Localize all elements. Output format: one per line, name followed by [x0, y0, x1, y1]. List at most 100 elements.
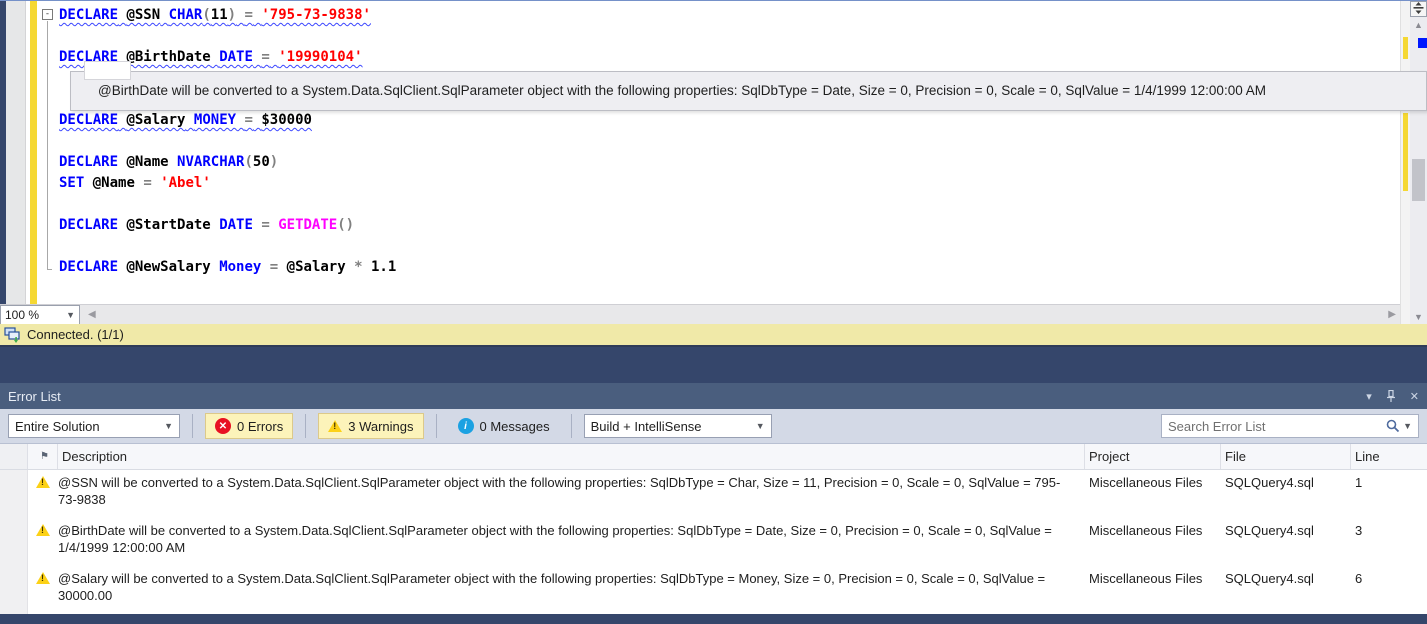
- severity-flag-icon: ⚑: [40, 451, 49, 462]
- caret-position-marker: [1418, 38, 1427, 48]
- error-file: SQLQuery4.sql: [1225, 571, 1314, 586]
- fold-guide-line: [47, 21, 48, 269]
- file-column-header[interactable]: File: [1221, 444, 1351, 469]
- scroll-right-arrow-icon[interactable]: ▶: [1388, 309, 1396, 320]
- code-line-11[interactable]: DECLARE @StartDate DATE = GETDATE(): [59, 215, 1400, 236]
- error-list-search-box[interactable]: ▼: [1161, 414, 1419, 438]
- error-file: SQLQuery4.sql: [1225, 523, 1314, 538]
- error-list-row-2[interactable]: @BirthDate will be converted to a System…: [0, 518, 1427, 566]
- code-line-2[interactable]: [59, 26, 1400, 47]
- window-position-chevron-icon[interactable]: ▾: [1366, 390, 1372, 403]
- code-line-1[interactable]: DECLARE @SSN CHAR(11) = '795-73-9838': [59, 5, 1400, 26]
- warning-triangle-icon: [36, 476, 50, 488]
- code-text-area[interactable]: DECLARE @SSN CHAR(11) = '795-73-9838' DEC…: [59, 1, 1400, 305]
- scroll-up-arrow-icon[interactable]: ▲: [1410, 19, 1427, 31]
- build-intellisense-dropdown[interactable]: Build + IntelliSense ▼: [583, 414, 772, 438]
- warning-triangle-icon: [36, 524, 50, 536]
- warnings-filter-button[interactable]: 3 Warnings: [318, 413, 424, 439]
- intellisense-warning-tooltip: @BirthDate will be converted to a System…: [70, 71, 1427, 111]
- close-icon[interactable]: ✕: [1410, 390, 1419, 403]
- toolbar-separator: [570, 414, 572, 438]
- panel-bottom-strip: [0, 614, 1427, 624]
- zoom-level-dropdown[interactable]: 100 % ▼: [0, 304, 80, 325]
- scroll-down-arrow-icon[interactable]: ▼: [1410, 311, 1427, 323]
- errors-filter-button[interactable]: ✕ 0 Errors: [205, 413, 294, 439]
- change-mark: [1403, 113, 1408, 191]
- error-description: @BirthDate will be converted to a System…: [58, 523, 1052, 555]
- error-project: Miscellaneous Files: [1089, 475, 1203, 490]
- error-circle-icon: ✕: [215, 418, 231, 434]
- code-line-10[interactable]: [59, 194, 1400, 215]
- warning-triangle-icon: [36, 572, 50, 584]
- error-file: SQLQuery4.sql: [1225, 475, 1314, 490]
- chevron-down-icon: ▼: [66, 309, 75, 320]
- zoom-level-value: 100 %: [5, 307, 40, 322]
- chevron-down-icon: ▼: [755, 421, 765, 431]
- code-line-12[interactable]: [59, 236, 1400, 257]
- info-circle-icon: i: [457, 418, 474, 434]
- file-column-label: File: [1225, 449, 1246, 464]
- chevron-down-icon: ▼: [164, 421, 173, 431]
- vertical-scrollbar[interactable]: ▲ ▼: [1410, 1, 1427, 325]
- code-line-13[interactable]: DECLARE @NewSalary Money = @Salary * 1.1: [59, 257, 1400, 278]
- toolbar-separator: [435, 414, 437, 438]
- row-gutter: [0, 518, 28, 566]
- editor-glyph-margin: [6, 1, 26, 305]
- description-column-label: Description: [62, 449, 128, 464]
- pin-icon[interactable]: [1386, 390, 1396, 402]
- code-editor[interactable]: - DECLARE @SSN CHAR(11) = '795-73-9838' D…: [0, 1, 1400, 305]
- scope-filter-value: Entire Solution: [15, 418, 100, 434]
- severity-column-header[interactable]: ⚑: [28, 444, 58, 469]
- messages-filter-label: 0 Messages: [479, 418, 550, 434]
- fold-guide-corner: [47, 269, 52, 270]
- warning-triangle-icon: [328, 420, 343, 432]
- scroll-left-arrow-icon[interactable]: ◀: [88, 309, 96, 320]
- code-line-6[interactable]: DECLARE @Salary MONEY = $30000: [59, 110, 1400, 131]
- line-column-header[interactable]: Line: [1351, 444, 1427, 469]
- sql-editor-pane: - DECLARE @SSN CHAR(11) = '795-73-9838' D…: [0, 0, 1427, 325]
- code-line-3[interactable]: DECLARE @BirthDate DATE = '19990104': [59, 47, 1400, 68]
- toolbar-separator: [305, 414, 307, 438]
- project-column-label: Project: [1089, 449, 1130, 464]
- error-list-row-1[interactable]: @SSN will be converted to a System.Data.…: [0, 470, 1427, 518]
- error-line-number: 6: [1355, 571, 1363, 586]
- error-project: Miscellaneous Files: [1089, 523, 1203, 538]
- code-line-7[interactable]: [59, 131, 1400, 152]
- code-line-8[interactable]: DECLARE @Name NVARCHAR(50): [59, 152, 1400, 173]
- error-list-toolbar: Entire Solution ▼ ✕ 0 Errors 3 Warnings …: [0, 409, 1427, 444]
- search-input[interactable]: [1168, 418, 1387, 434]
- split-editor-icon: [1413, 2, 1424, 14]
- vertical-scroll-thumb[interactable]: [1412, 159, 1425, 201]
- error-project: Miscellaneous Files: [1089, 571, 1203, 586]
- error-description: @Salary will be converted to a System.Da…: [58, 571, 1046, 603]
- error-list-row-3[interactable]: @Salary will be converted to a System.Da…: [0, 566, 1427, 614]
- error-list-rows: @SSN will be converted to a System.Data.…: [0, 470, 1427, 614]
- connection-status-text: Connected. (1/1): [27, 327, 124, 342]
- error-list-header-row: ⚑ Description Project File Line: [0, 444, 1427, 470]
- toolbar-separator: [192, 414, 193, 438]
- connected-database-icon: [4, 326, 20, 343]
- build-intellisense-value: Build + IntelliSense: [590, 418, 702, 434]
- row-gutter-header: [0, 444, 28, 469]
- errors-filter-label: 0 Errors: [237, 418, 284, 434]
- scrollbar-annotations: [1400, 1, 1410, 325]
- horizontal-scroll-row: 100 % ▼ ◀ ▶: [0, 304, 1400, 325]
- project-column-header[interactable]: Project: [1085, 444, 1221, 469]
- error-description: @SSN will be converted to a System.Data.…: [58, 475, 1061, 507]
- description-column-header[interactable]: Description: [58, 444, 1085, 469]
- panel-title: Error List: [8, 388, 61, 404]
- error-list-panel: Error List ▾ ✕ Entire Solution ▼ ✕ 0 Err…: [0, 383, 1427, 624]
- row-gutter: [0, 566, 28, 614]
- code-line-9[interactable]: SET @Name = 'Abel': [59, 173, 1400, 194]
- editor-splitter-handle[interactable]: [1410, 1, 1427, 17]
- messages-filter-button[interactable]: i 0 Messages: [449, 413, 559, 439]
- fold-collapse-icon[interactable]: -: [42, 9, 53, 20]
- search-icon[interactable]: [1386, 419, 1400, 433]
- change-mark: [1403, 37, 1408, 59]
- scope-filter-dropdown[interactable]: Entire Solution ▼: [8, 414, 180, 438]
- editor-caret-box: [84, 61, 131, 80]
- row-gutter: [0, 470, 28, 518]
- error-list-title-bar[interactable]: Error List ▾ ✕: [0, 383, 1427, 409]
- error-line-number: 1: [1355, 475, 1363, 490]
- vertical-scroll-zone: ▲ ▼: [1400, 1, 1427, 325]
